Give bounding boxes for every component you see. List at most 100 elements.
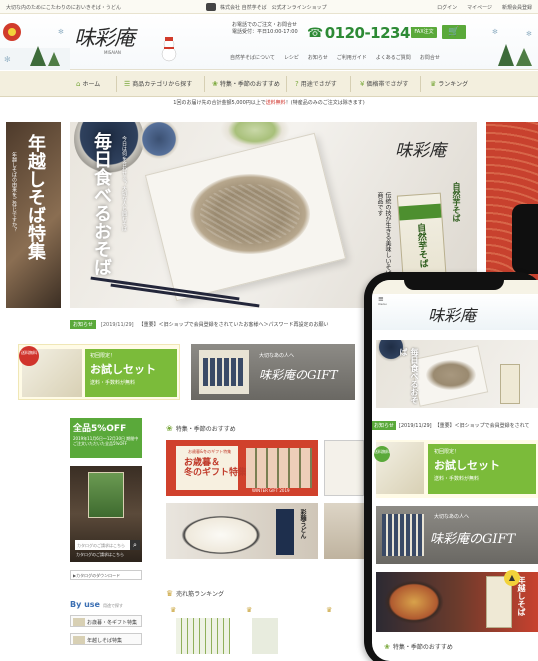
phone-gift-box-image (382, 514, 424, 556)
phone-screen: ≡ menu 味彩庵 毎日食べるおそば お知らせ [2019/11/29] 【重… (372, 280, 538, 661)
catalog-cover-image (88, 472, 124, 518)
top-bar: 大切な内のためにこたわりのにおいきそば・うどん 株式会社 自然芋そば 公式オンラ… (0, 0, 538, 14)
login-link[interactable]: ログイン (437, 4, 457, 11)
global-nav: ⌂ ホーム ☰ 商品カテゴリから探す ❀ 特集・季節のおすすめ ? 用途でさがす… (0, 71, 538, 97)
news-text: 【重要】＜旧ショップで会員登録をされていたお客様へ＞パスワード再設定のお願い (138, 322, 329, 328)
ranking-item[interactable]: ♛ (326, 606, 356, 656)
nav-home[interactable]: ⌂ ホーム (76, 79, 100, 89)
crown-icon: ♛ (430, 79, 437, 88)
nav-featured-label: 特集・季節のおすすめ (219, 81, 280, 88)
phone-trial-banner[interactable]: 送料無料 初回限定！ お試しセット 送料・手数料が無料 (374, 440, 538, 498)
second-phone-edge (512, 204, 538, 274)
phone-hero[interactable]: 毎日食べるおそば (376, 340, 538, 408)
svg-text:✻: ✻ (58, 28, 64, 36)
fax-order-button[interactable]: FAX注文 (411, 27, 437, 38)
notice-after: ！(特産品のみのご注文は除きます) (285, 100, 365, 106)
phone-gift-banner[interactable]: 大切なあの人へ 味彩庵のGIFT (376, 506, 538, 564)
featured-card-partial[interactable] (324, 440, 364, 496)
package-band (398, 203, 442, 221)
list-icon: ☰ (124, 79, 131, 88)
nav-divider (204, 76, 205, 92)
notice-highlight: 送料無料 (265, 100, 286, 106)
winter-scene-illustration: ✻ ✻ (0, 23, 70, 70)
gift-banner[interactable]: 大切なあの人へ 味彩庵のGIFT (191, 344, 355, 400)
contact-line-1: お電話でのご注文・お問合せ (232, 22, 298, 28)
phone-soba-image (426, 360, 476, 390)
winter-gift-banner[interactable]: お歳暮&冬のギフト特集 お歳暮＆ 冬のギフト特集 WINTER GIFT 201… (166, 440, 318, 496)
use-new-year-soba-label: 年越しそば特集 (87, 638, 123, 644)
subnav-guide[interactable]: ご利用ガイド (337, 54, 367, 61)
mypage-link[interactable]: マイページ (467, 4, 492, 11)
phone-hero-headline: 毎日食べるおそば (399, 348, 419, 404)
nav-by-price-label: 価格帯でさがす (366, 81, 409, 88)
featured-heading: ❀ 特集・季節のおすすめ (166, 424, 236, 433)
nav-featured[interactable]: ❀ 特集・季節のおすすめ (212, 79, 280, 89)
nav-category[interactable]: ☰ 商品カテゴリから探す (124, 79, 192, 89)
use-winter-gift-button[interactable]: お歳暮・冬ギフト特集 (70, 615, 142, 627)
subnav-contact[interactable]: お問合せ (420, 54, 440, 61)
gift-title: 味彩庵のGIFT (259, 368, 338, 382)
winter-gift-title: お歳暮＆ 冬のギフト特集 (184, 458, 247, 478)
catalog-search-button[interactable]: ⌕ (130, 540, 140, 550)
ranking-item[interactable]: ♛ (246, 606, 286, 656)
site-header: ✻ ✻ 味彩庵 MISAIAN お電話でのご注文・お問合せ 電話受付：平日10:… (0, 14, 538, 70)
ranking-item[interactable]: ♛ (170, 606, 230, 656)
udon-banner[interactable]: 彩麺うどん (166, 503, 318, 559)
nav-ranking[interactable]: ♛ ランキング (430, 79, 468, 89)
news-ticker[interactable]: お知らせ [2019/11/29] 【重要】＜旧ショップで会員登録をされていたお… (70, 319, 370, 330)
phone-gift-small: 大切なあの人へ (434, 514, 470, 520)
leaf-icon: ❀ (166, 424, 173, 433)
trial-line-1: 初回限定！ (90, 353, 116, 359)
top-bar-company[interactable]: 株式会社 自然芋そば 公式オンラインショップ (206, 3, 327, 11)
nav-by-price[interactable]: ¥ 価格帯でさがす (360, 79, 409, 89)
winter-gift-small: お歳暮&冬のギフト特集 (188, 449, 232, 454)
featured-card-partial-2[interactable] (324, 503, 364, 559)
search-icon: ⌕ (133, 541, 137, 549)
phone-food-image (384, 580, 444, 624)
back-to-top-button[interactable]: ▲ (504, 570, 520, 586)
by-use-sub: 用途で探す (102, 603, 123, 608)
svg-text:✻: ✻ (526, 30, 532, 38)
coupon-title: 全品5%OFF (73, 424, 127, 434)
subnav-news[interactable]: お知らせ (308, 54, 328, 61)
nav-divider (286, 76, 287, 92)
catalog-download-link[interactable]: ▶カタログのダウンロード (70, 570, 142, 580)
snowman-icon (161, 37, 177, 62)
subnav-about[interactable]: 自然芋そばについて (230, 54, 275, 61)
hero-prev-slide[interactable]: 年越しそば特集 年越しそばの由来をご存じですか？ (6, 122, 61, 308)
question-icon: ? (295, 79, 299, 88)
top-bar-tagline: 大切な内のためにこたわりのにおいきそば・うどん (6, 5, 121, 11)
subnav-faq[interactable]: よくあるご質問 (376, 54, 411, 61)
ranking-heading-label: 売れ筋ランキング (176, 591, 224, 598)
phone-news[interactable]: お知らせ [2019/11/29] 【重要】＜旧ショップで会員登録をされて (372, 420, 538, 431)
use-new-year-soba-button[interactable]: 年越しそば特集 (70, 633, 142, 645)
phone-gift-title: 味彩庵のGIFT (430, 532, 516, 547)
header-subnav: 自然芋そばについて レシピ お知らせ ご利用ガイド よくあるご質問 お問合せ (230, 54, 440, 61)
page-root: 大切な内のためにこたわりのにおいきそば・うどん 株式会社 自然芋そば 公式オンラ… (0, 0, 538, 661)
nav-divider (116, 76, 117, 92)
phone-notch (404, 276, 504, 290)
phone-logo[interactable]: 味彩庵 (428, 302, 476, 326)
trial-set-banner[interactable]: 送料無料 初回限定！ お試しセット 送料・手数料が無料 (18, 344, 180, 400)
shipping-notice: 1回のお届け先の合計金額5,000円以上で送料無料！(特産品のみのご注文は除きま… (0, 99, 538, 111)
featured-heading-label: 特集・季節のおすすめ (175, 426, 236, 433)
udon-label: 彩麺うどん (299, 509, 306, 539)
trial-set-image: 送料無料 (19, 346, 82, 397)
phone-menu-button[interactable]: ≡ menu (378, 295, 387, 306)
phone-featured-label: 特集・季節のおすすめ (392, 644, 453, 651)
winter-gift-title-2: 冬のギフト特集 (184, 468, 248, 478)
nav-by-use[interactable]: ? 用途でさがす (295, 79, 337, 89)
site-logo[interactable]: 味彩庵 (74, 22, 135, 52)
subnav-recipe[interactable]: レシピ (284, 54, 299, 61)
coupon-banner[interactable]: 全品5%OFF 2019年11月6日〜12月30日 期間中ご注文いただいた全品5… (70, 418, 142, 458)
catalog-banner[interactable]: カタログのご請求はこちら ⌕ カタログのご請求はこちら (70, 466, 142, 562)
notice-before: 1回のお届け先の合計金額5,000円以上で (173, 100, 266, 106)
ranking-heading: ♛ 売れ筋ランキング (166, 589, 224, 598)
udon-bowl-image (176, 513, 266, 557)
winter-gift-products-image (246, 448, 312, 488)
catalog-request-input[interactable]: カタログのご請求はこちら (75, 540, 137, 550)
svg-text:✻: ✻ (4, 55, 11, 64)
register-link[interactable]: 新規会員登録 (502, 4, 532, 11)
rank-2-crown-icon: ♛ (246, 606, 253, 614)
cart-button[interactable]: 🛒 (442, 25, 466, 39)
